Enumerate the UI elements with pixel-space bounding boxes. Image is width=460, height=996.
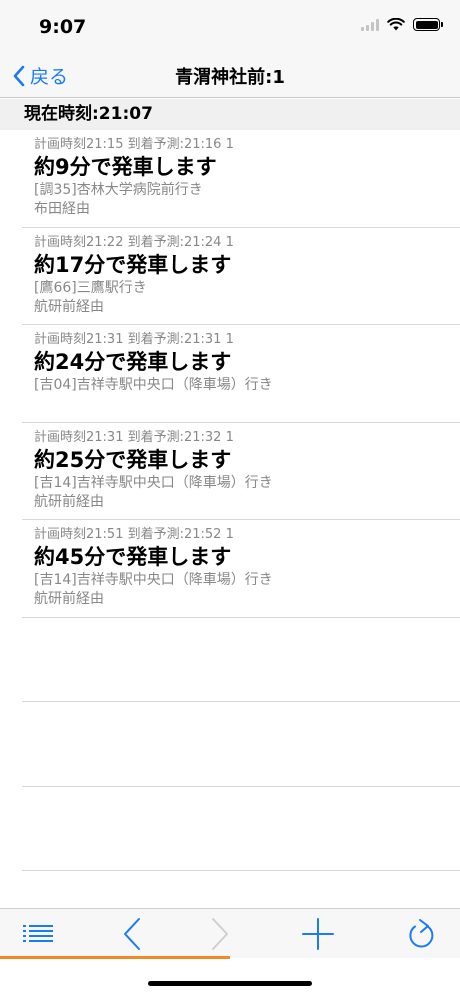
departure-list: 計画時刻21:15 到着予測:21:16 1 約9分で発車します [調35]杏林…	[22, 130, 460, 871]
departure-route: [吉14]吉祥寺駅中央口（降車場）行き	[34, 572, 273, 588]
page-title: 青渭神社前:1	[175, 67, 285, 88]
cellular-signal-icon	[361, 18, 379, 31]
add-button[interactable]	[288, 909, 348, 959]
empty-list-row	[22, 787, 460, 871]
departure-schedule: 計画時刻21:22 到着予測:21:24 1	[34, 234, 234, 250]
departure-schedule: 計画時刻21:31 到着予測:21:31 1	[34, 332, 234, 347]
departure-via: 布田経由	[34, 201, 90, 217]
status-bar: 9:07	[0, 0, 460, 50]
forward-arrow-icon	[212, 918, 228, 950]
departure-row[interactable]: 計画時刻21:22 到着予測:21:24 1 約17分で発車します [鷹66]三…	[22, 228, 460, 325]
list-icon	[23, 925, 53, 942]
list-button[interactable]	[8, 909, 68, 959]
current-time-header: 現在時刻:21:07	[0, 99, 460, 130]
web-back-button[interactable]	[102, 909, 162, 959]
departure-row[interactable]: 計画時刻21:31 到着予測:21:31 1 約24分で発車します [吉04]吉…	[22, 325, 460, 423]
page-load-progress-bar	[0, 956, 460, 959]
bottom-toolbar	[0, 908, 460, 958]
plus-icon	[302, 918, 334, 950]
departure-eta: 約24分で発車します	[34, 350, 232, 374]
departure-eta: 約45分で発車します	[34, 545, 232, 569]
departure-via: 航研前経由	[34, 298, 104, 315]
departure-route: [吉04]吉祥寺駅中央口（降車場）行き	[34, 377, 273, 393]
departure-schedule: 計画時刻21:15 到着予測:21:16 1	[34, 137, 234, 152]
refresh-button[interactable]	[392, 909, 452, 959]
departure-row[interactable]: 計画時刻21:31 到着予測:21:32 1 約25分で発車します [吉14]吉…	[22, 423, 460, 520]
empty-list-row	[22, 618, 460, 702]
home-indicator[interactable]	[148, 981, 312, 986]
status-time: 9:07	[39, 16, 87, 38]
departure-eta: 約9分で発車します	[34, 155, 217, 179]
web-forward-button[interactable]	[190, 909, 250, 959]
departure-row[interactable]: 計画時刻21:15 到着予測:21:16 1 約9分で発車します [調35]杏林…	[22, 130, 460, 228]
back-arrow-icon	[124, 918, 140, 950]
wifi-icon	[387, 18, 405, 31]
departure-route: [調35]杏林大学病院前行き	[34, 182, 203, 198]
departure-via: 航研前経由	[34, 591, 104, 607]
departure-eta: 約17分で発車します	[34, 252, 232, 277]
empty-list-row	[22, 702, 460, 787]
page-load-progress-fill	[0, 956, 230, 959]
refresh-icon	[409, 919, 434, 948]
departure-schedule: 計画時刻21:51 到着予測:21:52 1	[34, 527, 234, 542]
departure-route: [鷹66]三鷹駅行き	[34, 279, 147, 296]
battery-icon	[413, 18, 443, 31]
departure-row[interactable]: 計画時刻21:51 到着予測:21:52 1 約45分で発車します [吉14]吉…	[22, 520, 460, 618]
navigation-bar: 戻る 青渭神社前:1	[0, 50, 460, 98]
status-icons	[361, 18, 443, 31]
departure-eta: 約25分で発車します	[34, 447, 232, 472]
departure-schedule: 計画時刻21:31 到着予測:21:32 1	[34, 429, 234, 445]
departure-via: 航研前経由	[34, 493, 104, 510]
departure-route: [吉14]吉祥寺駅中央口（降車場）行き	[34, 474, 273, 491]
